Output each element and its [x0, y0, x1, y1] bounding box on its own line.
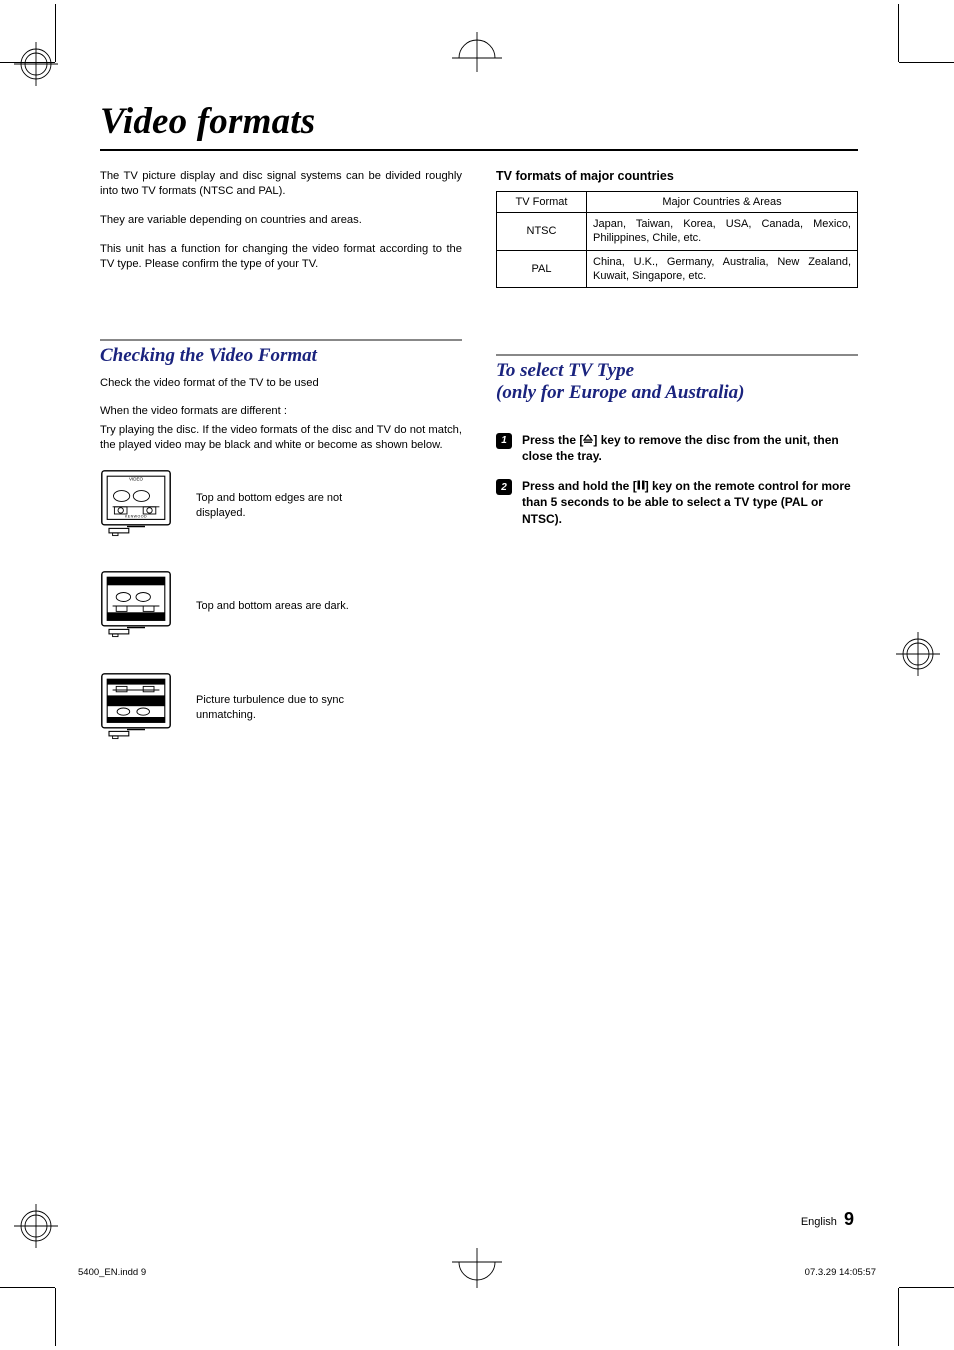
table-row: PAL China, U.K., Germany, Australia, New…	[497, 250, 858, 288]
body-text: Check the video format of the TV to be u…	[100, 376, 462, 391]
example-caption: Top and bottom edges are not displayed.	[196, 491, 376, 521]
section-heading-select: To select TV Type (only for Europe and A…	[496, 354, 858, 404]
svg-text:VIDEO: VIDEO	[129, 477, 143, 482]
example-caption: Top and bottom areas are dark.	[196, 599, 349, 614]
registration-mark-icon	[12, 40, 60, 88]
example-caption: Picture turbulence due to sync unmatchin…	[196, 693, 376, 723]
pause-icon	[637, 478, 645, 494]
section-heading-checking: Checking the Video Format	[100, 339, 462, 367]
table-header: TV Format	[497, 192, 587, 213]
crop-mark	[899, 1287, 954, 1288]
body-text: When the video formats are different :	[100, 404, 462, 419]
page-footer: English 9	[801, 1209, 854, 1230]
table-cell: Japan, Taiwan, Korea, USA, Canada, Mexic…	[587, 213, 858, 251]
table-cell: China, U.K., Germany, Australia, New Zea…	[587, 250, 858, 288]
table-header: Major Countries & Areas	[587, 192, 858, 213]
intro-paragraph: The TV picture display and disc signal s…	[100, 169, 462, 199]
footer-language: English	[801, 1216, 837, 1228]
crop-mark	[899, 62, 954, 63]
eject-icon	[583, 432, 593, 448]
crop-mark	[55, 1288, 56, 1346]
registration-mark-icon	[894, 630, 942, 678]
crop-mark	[898, 4, 899, 62]
table-heading: TV formats of major countries	[496, 169, 858, 183]
page-number: 9	[844, 1209, 854, 1229]
crop-mark	[0, 1287, 55, 1288]
table-cell: NTSC	[497, 213, 587, 251]
step-number-badge: 2	[496, 479, 512, 495]
tv-illustration-cropped-icon: VIDEO KENWOOD	[100, 469, 172, 542]
page-title: Video formats	[100, 100, 858, 151]
step-text: Press the [] key to remove the disc from…	[522, 432, 858, 464]
crop-mark	[0, 62, 55, 63]
tv-illustration-letterbox-icon	[100, 570, 172, 643]
tv-formats-table: TV Format Major Countries & Areas NTSC J…	[496, 191, 858, 288]
fold-registration-icon	[442, 32, 512, 72]
crop-mark	[898, 1288, 899, 1346]
registration-mark-icon	[12, 1202, 60, 1250]
imprint-line: 5400_EN.indd 9 07.3.29 14:05:57	[78, 1267, 876, 1278]
body-text: Try playing the disc. If the video forma…	[100, 423, 462, 453]
svg-text:KENWOOD: KENWOOD	[125, 514, 147, 518]
step-item: 2 Press and hold the [] key on the remot…	[496, 478, 858, 527]
imprint-timestamp: 07.3.29 14:05:57	[805, 1267, 876, 1278]
table-row: NTSC Japan, Taiwan, Korea, USA, Canada, …	[497, 213, 858, 251]
crop-mark	[55, 4, 56, 62]
intro-paragraph: They are variable depending on countries…	[100, 213, 462, 228]
tv-illustration-sync-icon	[100, 672, 172, 745]
imprint-file: 5400_EN.indd 9	[78, 1267, 146, 1278]
step-number-badge: 1	[496, 433, 512, 449]
table-cell: PAL	[497, 250, 587, 288]
intro-paragraph: This unit has a function for changing th…	[100, 242, 462, 272]
step-item: 1 Press the [] key to remove the disc fr…	[496, 432, 858, 464]
step-text: Press and hold the [] key on the remote …	[522, 478, 858, 527]
